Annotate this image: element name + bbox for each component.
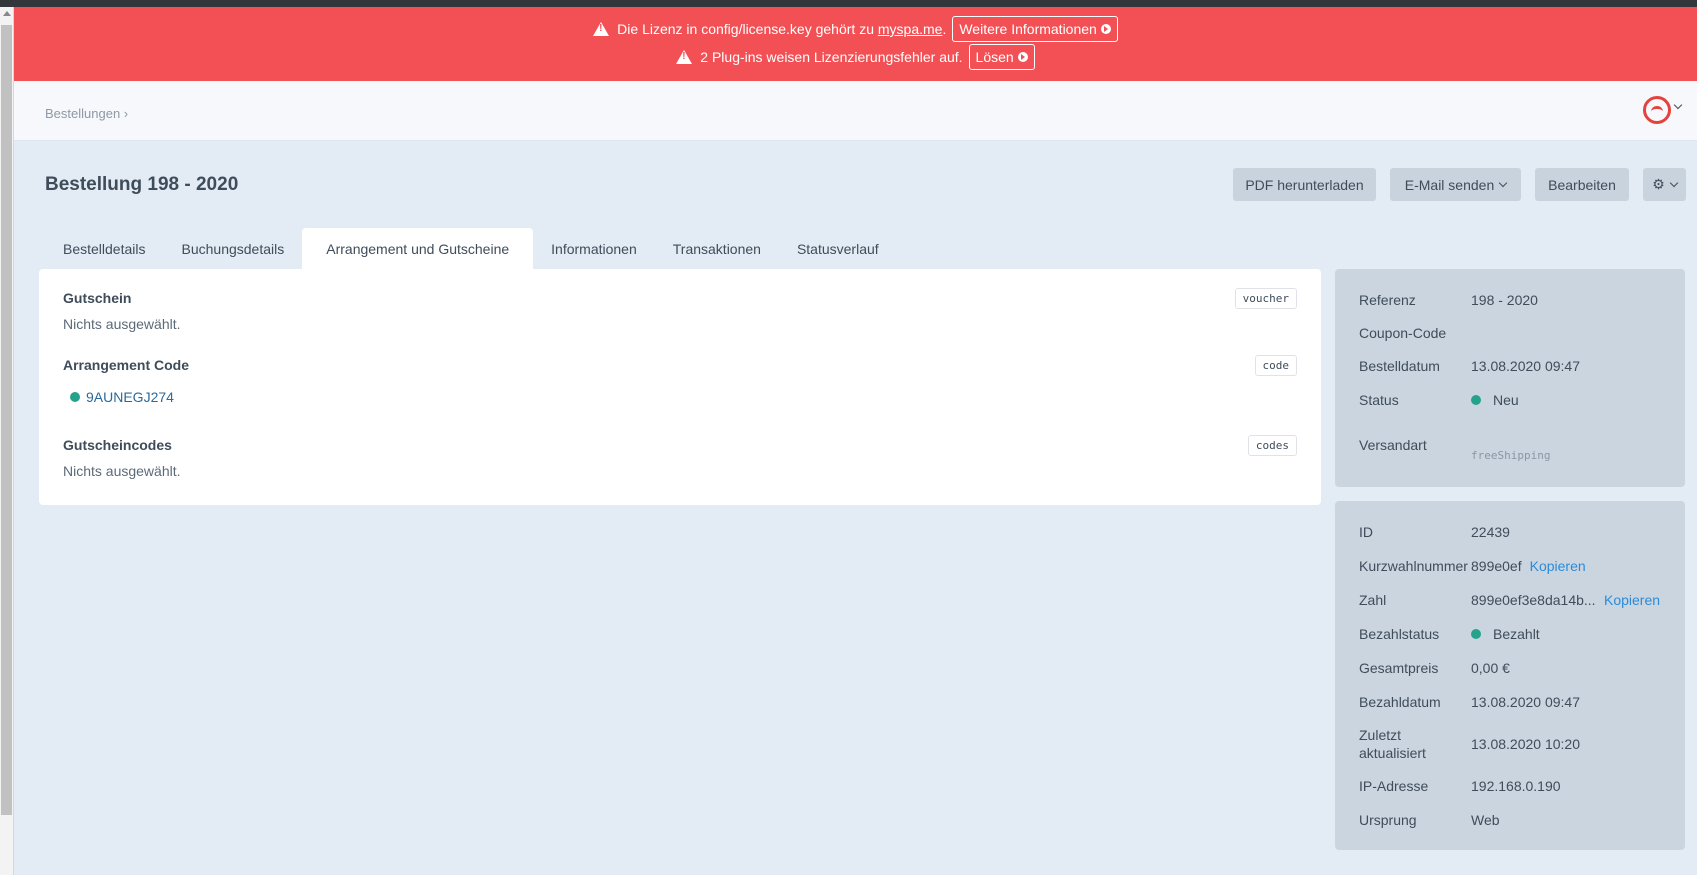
warning-icon	[593, 22, 610, 36]
reference-label: Referenz	[1359, 292, 1416, 308]
arrow-circle-right-icon	[1100, 24, 1111, 34]
tab-booking-details[interactable]: Buchungsdetails	[164, 228, 303, 269]
voucher-empty-text: Nichts ausgewählt.	[63, 316, 181, 332]
coupon-code-label: Coupon-Code	[1359, 325, 1447, 341]
breadcrumb[interactable]: Bestellungen ›	[45, 106, 128, 121]
chevron-down-icon	[1669, 178, 1679, 188]
warning-icon	[676, 50, 693, 64]
number-label: Zahl	[1359, 592, 1387, 608]
payment-date-label: Bezahldatum	[1359, 694, 1441, 710]
short-number-value: 899e0ef	[1471, 558, 1522, 574]
total-price-label: Gesamtpreis	[1359, 660, 1439, 676]
resolve-button[interactable]: Lösen	[968, 44, 1035, 70]
send-email-button[interactable]: E-Mail senden	[1390, 168, 1521, 201]
status-dot	[1471, 395, 1481, 405]
plugin-warning-line: 2 Plug-ins weisen Lizenzierungsfehler au…	[14, 44, 1697, 70]
order-tabs: Bestelldetails Buchungsdetails Arrangeme…	[45, 228, 897, 269]
order-summary-card: Referenz 198 - 2020 Coupon-Code Bestelld…	[1335, 269, 1685, 487]
license-warning-banner: Die Lizenz in config/license.key gehört …	[14, 7, 1697, 81]
payment-card: ID 22439 Kurzwahlnummer 899e0ef Kopieren…	[1335, 501, 1685, 850]
id-label: ID	[1359, 524, 1373, 540]
shipping-value: freeShipping	[1471, 449, 1551, 462]
arrow-circle-right-icon	[1017, 52, 1028, 62]
payment-date-value: 13.08.2020 09:47	[1471, 694, 1580, 710]
arrangement-code-value: 9AUNEGJ274	[86, 389, 174, 405]
chevron-down-icon	[1499, 178, 1508, 188]
plugin-warning-text: 2 Plug-ins weisen Lizenzierungsfehler au…	[700, 49, 963, 65]
ip-address-value: 192.168.0.190	[1471, 778, 1561, 794]
top-header: Bestellungen ›	[14, 81, 1697, 141]
edit-button[interactable]: Bearbeiten	[1535, 168, 1629, 201]
license-warning-suffix: .	[942, 21, 947, 37]
license-warning-text: Die Lizenz in config/license.key gehört …	[617, 21, 874, 37]
page-title: Bestellung 198 - 2020	[45, 174, 239, 195]
copy-short-number-button[interactable]: Kopieren	[1530, 558, 1586, 574]
scrollbar-thumb[interactable]	[1, 25, 12, 815]
short-number-label: Kurzwahlnummer	[1359, 558, 1468, 574]
arrangement-card: Gutschein voucher Nichts ausgewählt. Arr…	[39, 269, 1321, 505]
download-pdf-label: PDF herunterladen	[1245, 176, 1364, 193]
shipping-label: Versandart	[1359, 437, 1427, 453]
tab-order-details[interactable]: Bestelldetails	[45, 228, 164, 269]
more-info-label: Weitere Informationen	[959, 21, 1097, 37]
tab-arrangement-vouchers[interactable]: Arrangement und Gutscheine	[302, 228, 534, 269]
tab-information[interactable]: Informationen	[533, 228, 655, 269]
code-tag: code	[1254, 355, 1297, 376]
settings-dropdown-button[interactable]: ⚙	[1643, 168, 1686, 201]
last-updated-label-line2: aktualisiert	[1359, 745, 1426, 761]
voucher-title: Gutschein	[63, 290, 132, 306]
scroll-up-arrow-icon[interactable]	[3, 11, 11, 16]
status-dot	[70, 392, 80, 402]
payment-status-label: Bezahlstatus	[1359, 626, 1440, 642]
codes-tag: codes	[1247, 435, 1297, 456]
number-value: 899e0ef3e8da14b...	[1471, 592, 1596, 608]
order-date-value: 13.08.2020 09:47	[1471, 358, 1580, 374]
download-pdf-button[interactable]: PDF herunterladen	[1233, 168, 1376, 201]
arrangement-code-title: Arrangement Code	[63, 357, 190, 373]
ip-address-label: IP-Adresse	[1359, 778, 1429, 794]
id-value: 22439	[1471, 524, 1510, 540]
voucher-codes-title: Gutscheincodes	[63, 437, 172, 453]
license-warning-line: Die Lizenz in config/license.key gehört …	[14, 16, 1697, 42]
payment-status-dot	[1471, 629, 1481, 639]
order-date-label: Bestelldatum	[1359, 358, 1440, 374]
origin-label: Ursprung	[1359, 812, 1417, 828]
more-info-button[interactable]: Weitere Informationen	[952, 16, 1118, 42]
gear-icon: ⚙	[1652, 176, 1665, 192]
resolve-label: Lösen	[975, 49, 1014, 65]
reference-value: 198 - 2020	[1471, 292, 1538, 308]
status-label: Status	[1359, 392, 1399, 408]
edit-label: Bearbeiten	[1548, 176, 1616, 193]
tab-status-history[interactable]: Statusverlauf	[779, 228, 897, 269]
scrollbar[interactable]	[0, 7, 14, 875]
arrangement-code-link[interactable]: 9AUNEGJ274	[70, 389, 174, 405]
last-updated-label: Zuletzt aktualisiert	[1359, 726, 1426, 762]
last-updated-value: 13.08.2020 10:20	[1471, 736, 1580, 752]
send-email-label: E-Mail senden	[1404, 176, 1495, 193]
origin-value: Web	[1471, 812, 1500, 828]
tab-transactions[interactable]: Transaktionen	[655, 228, 779, 269]
total-price-value: 0,00 €	[1471, 660, 1510, 676]
user-logo-icon[interactable]	[1643, 96, 1671, 124]
payment-status-value: Bezahlt	[1493, 626, 1540, 642]
window-top-bar	[0, 0, 1697, 7]
copy-number-button[interactable]: Kopieren	[1604, 592, 1660, 608]
last-updated-label-line1: Zuletzt	[1359, 727, 1402, 743]
voucher-codes-empty-text: Nichts ausgewählt.	[63, 463, 181, 479]
status-value: Neu	[1493, 392, 1519, 408]
license-domain-link[interactable]: myspa.me	[878, 21, 943, 37]
voucher-tag: voucher	[1234, 288, 1297, 309]
